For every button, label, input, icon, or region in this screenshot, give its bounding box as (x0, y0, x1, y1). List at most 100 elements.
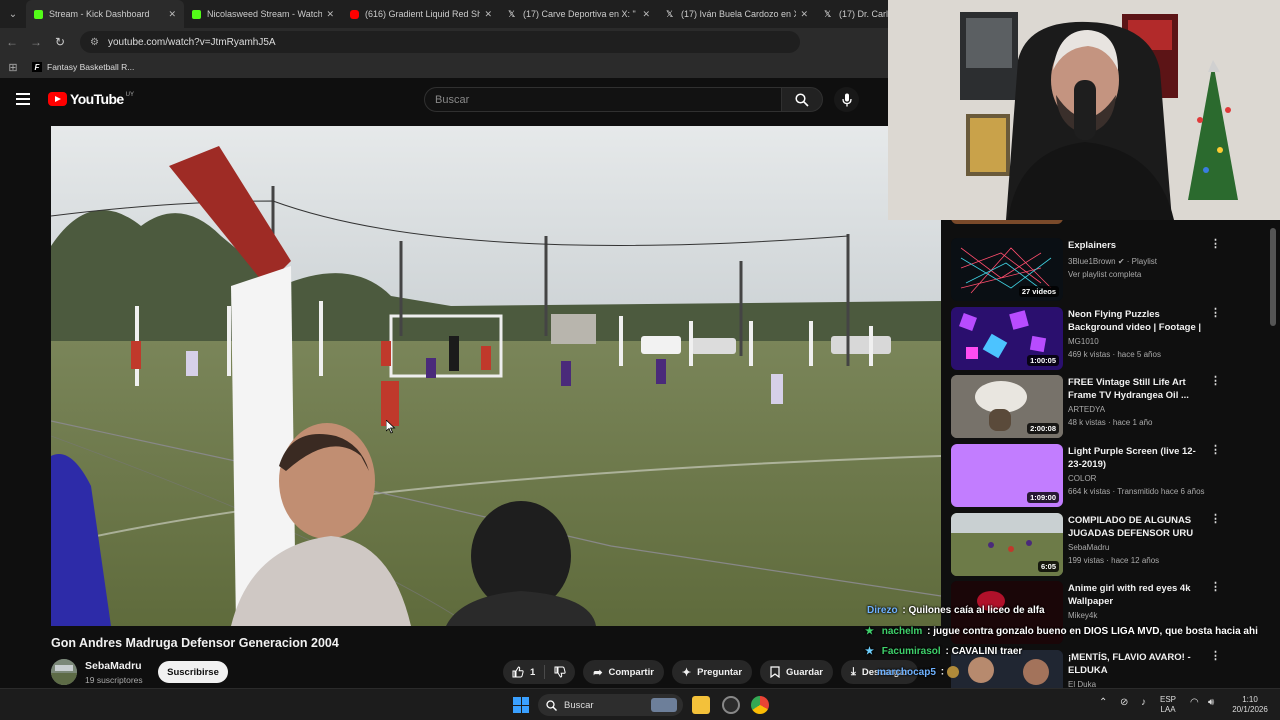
search-input[interactable]: Buscar (424, 87, 782, 112)
voice-search-button[interactable] (834, 87, 859, 112)
search-highlight-icon (651, 698, 677, 712)
x-icon: 𝕏 (824, 8, 832, 19)
bookmark-item[interactable]: F Fantasy Basketball R... (32, 62, 134, 72)
volume-icon[interactable]: 🔊︎ (1208, 698, 1214, 708)
video-title: FREE Vintage Still Life Art Frame TV Hyd… (1068, 377, 1189, 401)
network-icon[interactable]: ⊘ (1120, 698, 1128, 708)
obs-icon[interactable] (722, 696, 740, 714)
bookmark-icon (770, 666, 780, 678)
close-icon[interactable]: ✕ (484, 9, 492, 20)
wifi-icon[interactable]: ◠ (1190, 698, 1199, 708)
mic-tray-icon[interactable]: ♪ (1141, 698, 1146, 708)
video-meta: 664 k vistas · Transmitido hace 6 años (1068, 487, 1205, 496)
duration-badge: 1:00:05 (1027, 355, 1059, 366)
list-item[interactable]: 1:09:00 Light Purple Screen (live 12-23-… (951, 444, 1271, 508)
list-item[interactable]: 2:00:08 FREE Vintage Still Life Art Fram… (951, 375, 1271, 439)
video-actions: 1 ➦ Compartir ✦ Preguntar Guardar ⤓ Desc… (503, 660, 926, 684)
menu-icon[interactable] (16, 93, 30, 105)
related-videos-list: 27 videos Explainers 3Blue1Brown ✔ · Pla… (947, 220, 1280, 688)
fantasy-icon: F (32, 62, 42, 72)
video-title: ¡MENTÍS, FLAVIO AVARO! - ELDUKA (1068, 652, 1191, 676)
taskbar-search[interactable]: Buscar (538, 694, 683, 716)
close-icon[interactable]: ✕ (642, 9, 650, 20)
video-meta: 48 k vistas · hace 1 año (1068, 418, 1153, 427)
chat-text: CAVALINI traer (951, 646, 1023, 657)
like-button[interactable]: 1 (503, 660, 544, 684)
save-button[interactable]: Guardar (760, 660, 833, 684)
search-icon (795, 92, 809, 107)
chat-message: ★ Facumirasol : CAVALINI traer (865, 646, 1022, 657)
subscribe-button[interactable]: Suscribirse (158, 661, 228, 683)
more-options-icon[interactable]: ⋮ (1210, 376, 1221, 387)
list-item[interactable]: 1:00:05 Neon Flying Puzzles Background v… (951, 307, 1271, 371)
close-icon[interactable]: ✕ (168, 9, 176, 20)
more-options-icon[interactable]: ⋮ (1210, 651, 1221, 662)
tray-chevron-icon[interactable]: ⌃ (1099, 698, 1107, 708)
clock[interactable]: 1:10 20/1/2026 (1226, 695, 1274, 715)
chat-text: jugue contra gonzalo bueno en DIOS LIGA … (933, 626, 1258, 637)
chrome-icon[interactable] (751, 696, 769, 714)
more-options-icon[interactable]: ⋮ (1210, 582, 1221, 593)
channel-label: 3Blue1Brown (1068, 257, 1116, 266)
windows-taskbar: Buscar ⌃ ⊘ ♪ ESP LAA ◠ 🔊︎ 1:10 20/1/2026 (0, 688, 1280, 720)
video-title: Neon Flying Puzzles Background video | F… (1068, 309, 1202, 335)
language-indicator[interactable]: ESP LAA (1160, 695, 1176, 715)
channel-avatar[interactable] (51, 659, 77, 685)
view-playlist-link[interactable]: Ver playlist completa (1068, 270, 1141, 279)
tab-search-chevron-icon[interactable]: ⌄ (0, 0, 26, 28)
chat-username: Direzo (867, 605, 898, 616)
video-thumbnail: 1:00:05 (951, 307, 1063, 370)
ask-button[interactable]: ✦ Preguntar (671, 660, 753, 684)
search-button[interactable] (781, 87, 823, 112)
scrollbar[interactable] (1270, 228, 1276, 326)
video-title: Explainers (1068, 240, 1117, 251)
youtube-play-icon (48, 92, 67, 106)
video-title: Gon Andres Madruga Defensor Generacion 2… (51, 636, 339, 650)
video-thumbnail: 2:00:08 (951, 375, 1063, 438)
more-options-icon[interactable]: ⋮ (1210, 514, 1221, 525)
dislike-button[interactable] (545, 660, 575, 684)
channel-name[interactable]: SebaMadru (85, 660, 142, 672)
browser-tab[interactable]: Stream - Kick Dashboard ✕ (26, 0, 184, 28)
search-placeholder: Buscar (435, 93, 470, 106)
close-icon[interactable]: ✕ (326, 9, 334, 20)
bookmark-label: Fantasy Basketball R... (47, 62, 135, 72)
channel-name: ARTEDYA (1068, 405, 1106, 414)
windows-start-icon[interactable] (513, 697, 529, 713)
chat-username: Facumirasol (881, 646, 941, 657)
channel-name: MG1010 (1068, 337, 1099, 346)
share-button[interactable]: ➦ Compartir (583, 660, 664, 684)
video-player[interactable] (51, 126, 941, 626)
file-explorer-icon[interactable] (692, 696, 710, 714)
list-item[interactable] (951, 220, 1271, 224)
video-thumbnail: 6:05 (951, 513, 1063, 576)
browser-tab[interactable]: 𝕏 (17) Iván Buela Cardozo en X: " ✕ (658, 0, 816, 28)
browser-tab[interactable]: Nicolasweed Stream - Watch Li ✕ (184, 0, 342, 28)
logo-text: YouTube (70, 91, 124, 107)
youtube-logo[interactable]: YouTube UY (48, 91, 134, 107)
video-meta: 469 k vistas · hace 5 años (1068, 350, 1161, 359)
reload-icon[interactable]: ↻ (48, 35, 72, 49)
more-options-icon[interactable]: ⋮ (1210, 308, 1221, 319)
thumbs-down-icon (554, 666, 566, 678)
more-options-icon[interactable]: ⋮ (1210, 239, 1221, 250)
video-title: COMPILADO DE ALGUNAS JUGADAS DEFENSOR UR… (1068, 515, 1194, 541)
browser-tab[interactable]: (616) Gradient Liquid Red Shap ✕ (342, 0, 500, 28)
channel-name: El Duka (1068, 680, 1097, 688)
search-icon (546, 699, 557, 711)
site-info-icon[interactable]: ⚙ (90, 37, 102, 48)
address-bar[interactable]: ⚙ youtube.com/watch?v=JtmRyamhJ5A (80, 31, 800, 53)
close-icon[interactable]: ✕ (800, 9, 808, 20)
back-icon[interactable]: ← (0, 35, 24, 49)
star-icon: ★ (865, 626, 874, 637)
language-code: ESP (1160, 695, 1177, 704)
more-options-icon[interactable]: ⋮ (1210, 445, 1221, 456)
list-item[interactable]: 27 videos Explainers 3Blue1Brown ✔ · Pla… (951, 238, 1271, 302)
browser-tab[interactable]: 𝕏 (17) Carve Deportiva en X: " ✕ (500, 0, 658, 28)
apps-grid-icon[interactable]: ⊞ (0, 61, 26, 74)
forward-icon[interactable]: → (24, 35, 48, 49)
microphone-icon (841, 93, 852, 106)
playlist-count-badge: 27 videos (1018, 286, 1059, 297)
list-item[interactable]: 6:05 COMPILADO DE ALGUNAS JUGADAS DEFENS… (951, 513, 1271, 577)
duration-badge: 2:00:08 (1027, 423, 1059, 434)
